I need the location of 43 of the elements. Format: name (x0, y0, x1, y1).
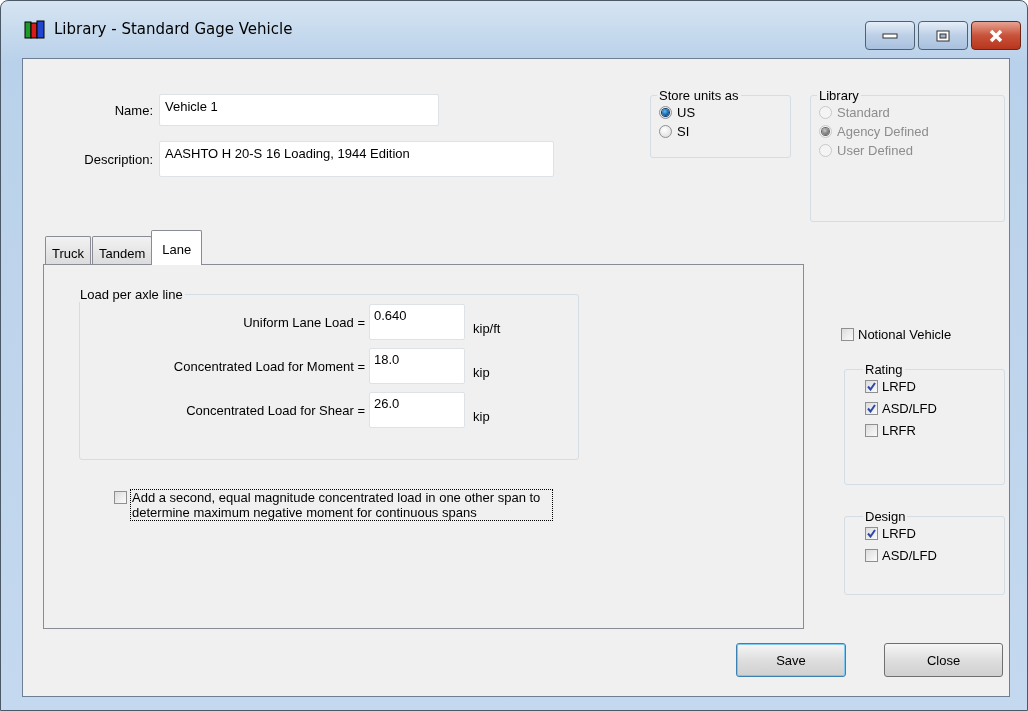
unit-label: kip/ft (473, 320, 501, 336)
dialog-button[interactable]: Close (884, 643, 1003, 677)
load-field[interactable]: 26.0 (369, 392, 465, 428)
tab[interactable]: Truck (45, 236, 92, 264)
checkbox[interactable]: Notional Vehicle (841, 327, 1007, 342)
unit-label: kip (473, 364, 490, 380)
close-window-button[interactable] (971, 21, 1021, 50)
checkbox[interactable]: LRFD (865, 526, 916, 541)
load-field[interactable]: 0.640 (369, 304, 465, 340)
unit-label: kip (473, 408, 490, 424)
load-field[interactable]: 18.0 (369, 348, 465, 384)
tab[interactable]: Lane (151, 230, 203, 265)
window-title: Library - Standard Gage Vehicle (54, 19, 294, 38)
radio-button[interactable]: SI (659, 122, 690, 141)
checkmark-icon (867, 529, 876, 538)
radio-button[interactable]: US (659, 103, 696, 122)
dialog-button[interactable]: Save (736, 643, 846, 677)
checkbox[interactable]: ASD/LFD (865, 548, 937, 563)
minimize-icon (882, 31, 898, 40)
field-label: Name: (113, 102, 153, 118)
minimize-button[interactable] (865, 21, 915, 50)
close-icon (988, 28, 1004, 43)
maximize-button[interactable] (918, 21, 968, 50)
group-title: Load per axle line (79, 287, 184, 302)
checkbox[interactable]: ASD/LFD (865, 401, 937, 416)
maximize-icon (936, 29, 950, 42)
checkbox[interactable]: LRFR (865, 423, 916, 438)
field-label: Concentrated Load for Moment = (172, 358, 365, 374)
description-field[interactable]: AASHTO H 20-S 16 Loading, 1944 Edition (159, 141, 554, 177)
group-title: Rating (864, 362, 904, 377)
group-title: Design (864, 509, 907, 524)
field-label: Concentrated Load for Shear = (185, 402, 365, 418)
checkmark-icon (867, 404, 876, 413)
field-label: Description: (83, 151, 153, 167)
group-title: Store units as (658, 88, 740, 103)
field-label: Uniform Lane Load = (242, 314, 365, 330)
checkbox[interactable]: LRFD (865, 379, 916, 394)
tab[interactable]: Tandem (92, 236, 153, 264)
checkbox[interactable]: Add a second, equal magnitude concentrated load in one other span to determine maximum negative moment for continuous spans (114, 490, 552, 520)
group-title: Library (818, 88, 860, 103)
name-field[interactable]: Vehicle 1 (159, 94, 439, 126)
books-icon (24, 18, 46, 39)
checkmark-icon (867, 382, 876, 391)
